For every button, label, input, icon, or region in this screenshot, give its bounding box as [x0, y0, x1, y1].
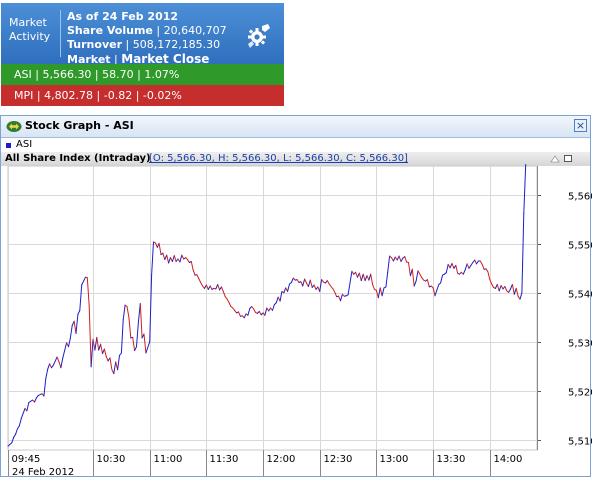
date-label: 24 Feb 2012	[12, 467, 74, 477]
y-tick-label: 5,560	[568, 192, 592, 203]
x-tick-label: 14:00	[494, 454, 523, 465]
y-tick-label: 5,520	[568, 388, 592, 399]
plot-area	[7, 165, 538, 451]
x-tick-label: 11:30	[210, 454, 239, 465]
x-tick-label: 13:30	[437, 454, 466, 465]
y-tick-label: 5,530	[568, 339, 592, 350]
x-tick-label: 11:00	[154, 454, 183, 465]
x-tick-label: 12:00	[267, 454, 296, 465]
x-tick-label: 09:45	[12, 454, 41, 465]
y-tick-label: 5,550	[568, 241, 592, 252]
x-tick-label: 13:00	[380, 454, 409, 465]
intraday-line-chart: 5,510 5,520 5,530 5,540 5,550 5,560 09:45 10:30…	[7, 164, 592, 477]
x-tick-label: 10:30	[97, 454, 126, 465]
y-tick-label: 5,510	[568, 437, 592, 448]
y-tick-label: 5,540	[568, 290, 592, 301]
x-tick-label: 12:30	[324, 454, 353, 465]
